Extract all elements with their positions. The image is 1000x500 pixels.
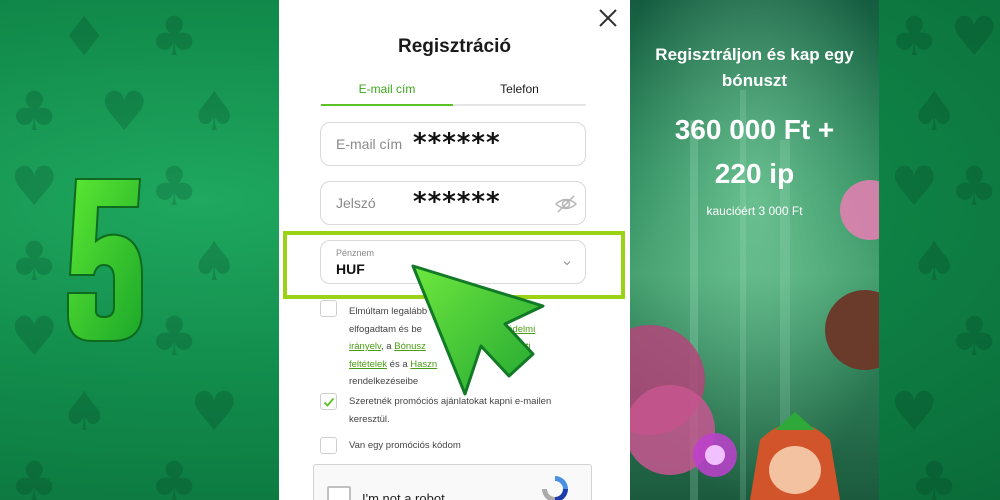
- club-suit-icon: ♣: [890, 5, 939, 68]
- marketing-checkbox[interactable]: [320, 393, 337, 410]
- spade-suit-icon: ♠: [910, 80, 959, 143]
- club-suit-icon: ♣: [950, 155, 999, 218]
- tab-phone[interactable]: Telefon: [453, 82, 586, 96]
- step-number: 5: [62, 175, 143, 342]
- heart-suit-icon: ♥: [950, 5, 999, 68]
- tab-underline: [321, 104, 586, 106]
- active-tab-indicator: [321, 104, 453, 106]
- eye-slash-icon[interactable]: [554, 192, 578, 216]
- privacy-policy-link[interactable]: irányelv: [349, 341, 381, 352]
- recaptcha-widget: I'm not a robot: [313, 464, 592, 500]
- close-icon[interactable]: [596, 6, 620, 30]
- club-suit-icon: ♣: [10, 80, 59, 143]
- recaptcha-checkbox[interactable]: [327, 486, 351, 500]
- club-suit-icon: ♣: [910, 450, 959, 500]
- spade-suit-icon: ♠: [60, 380, 109, 443]
- club-suit-icon: ♣: [150, 305, 199, 368]
- heart-suit-icon: ♥: [890, 380, 939, 443]
- promo-amount: 360 000 Ft + 220 ip: [630, 108, 879, 196]
- spade-suit-icon: ♠: [910, 230, 959, 293]
- tab-email[interactable]: E-mail cím: [321, 82, 453, 96]
- recaptcha-logo-icon: [542, 476, 568, 500]
- terms-text-part: , a: [381, 341, 392, 352]
- promo-code-label: Van egy promóciós kódom: [349, 440, 461, 451]
- promo-subtext: kaucióért 3 000 Ft: [706, 204, 803, 218]
- promo-code-checkbox[interactable]: [320, 437, 337, 454]
- heart-suit-icon: ♥: [10, 305, 59, 368]
- spade-suit-icon: ♠: [190, 80, 239, 143]
- club-suit-icon: ♣: [150, 5, 199, 68]
- password-masked-value: ******: [413, 187, 501, 217]
- password-placeholder: Jelszó: [336, 195, 376, 211]
- checkmark-icon: [323, 397, 335, 407]
- heart-suit-icon: ♥: [100, 80, 149, 143]
- diamond-suit-icon: ♦: [60, 5, 109, 68]
- service-terms-link[interactable]: feltételek: [349, 359, 387, 370]
- modal-title: Regisztráció: [398, 36, 511, 57]
- club-suit-icon: ♣: [10, 450, 59, 500]
- club-suit-icon: ♣: [10, 230, 59, 293]
- promo-amount-line-2: 220 ip: [714, 158, 795, 189]
- email-masked-value: ******: [413, 128, 501, 158]
- club-suit-icon: ♣: [950, 305, 999, 368]
- recaptcha-label: I'm not a robot: [362, 491, 445, 500]
- heart-suit-icon: ♥: [190, 380, 239, 443]
- promo-amount-line-1: 360 000 Ft +: [674, 114, 835, 145]
- step-digit-text: 5: [62, 175, 63, 176]
- heart-suit-icon: ♥: [10, 155, 59, 218]
- password-field[interactable]: Jelszó ******: [320, 181, 586, 225]
- promo-headline: Regisztráljon és kap egy bónuszt: [655, 45, 854, 90]
- email-placeholder: E-mail cím: [336, 136, 403, 152]
- pointer-arrow-icon: [411, 264, 545, 396]
- club-suit-icon: ♣: [150, 155, 199, 218]
- club-suit-icon: ♣: [150, 450, 199, 500]
- email-field[interactable]: E-mail cím ******: [320, 122, 586, 166]
- terms-checkbox[interactable]: [320, 300, 337, 317]
- heart-suit-icon: ♥: [890, 155, 939, 218]
- spade-suit-icon: ♠: [190, 230, 239, 293]
